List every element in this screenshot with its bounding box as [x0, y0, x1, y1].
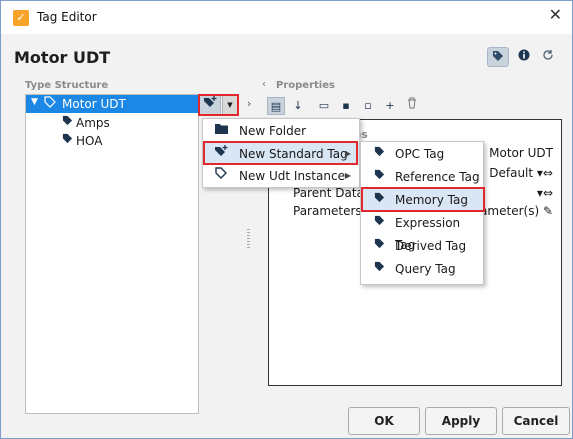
expand-all-icon[interactable]: ▪ — [337, 97, 355, 115]
properties-label: Properties — [276, 80, 335, 91]
menu-item-query-tag[interactable]: Query Tag — [361, 258, 483, 280]
cancel-button[interactable]: Cancel — [502, 407, 570, 435]
menu-item-label: New Folder — [239, 124, 307, 138]
expand-arrow-icon[interactable]: ▼ — [31, 97, 38, 107]
apply-button[interactable]: Apply — [425, 407, 497, 435]
panel-splitter[interactable] — [247, 229, 250, 249]
collapse-properties-icon[interactable]: ‹ — [262, 79, 266, 90]
property-label: Parameters — [293, 204, 362, 218]
menu-item-opc-tag[interactable]: OPC Tag — [361, 143, 483, 165]
ok-button[interactable]: OK — [348, 407, 420, 435]
refresh-icon[interactable] — [537, 47, 559, 67]
property-value: Default ▾⇔ — [489, 166, 553, 180]
menu-item-label: Query Tag — [395, 262, 456, 276]
tag-icon — [371, 235, 387, 257]
menu-item-label: OPC Tag — [395, 147, 445, 161]
add-property-icon[interactable]: + — [381, 97, 399, 115]
close-icon[interactable]: ✕ — [549, 5, 562, 24]
submenu-arrow-icon: ▶ — [344, 171, 351, 180]
new-standard-tag-highlight — [203, 141, 358, 165]
type-structure-label: Type Structure — [25, 80, 109, 91]
menu-item-new-folder[interactable]: New Folder — [203, 120, 359, 142]
tag-icon — [62, 133, 73, 147]
tag-editor-window: ✓ Tag Editor ✕ Motor UDT Type Structure … — [0, 0, 573, 439]
tree-item-label: Motor UDT — [62, 97, 126, 111]
expand-panel-icon[interactable]: › — [247, 97, 251, 110]
category-view-icon[interactable]: ▤ — [267, 97, 285, 115]
property-label: Parent Data — [293, 186, 364, 200]
app-logo-icon: ✓ — [13, 10, 29, 26]
property-value: ▾⇔ — [536, 186, 553, 200]
tag-icon — [371, 166, 387, 188]
title-bar: ✓ Tag Editor ✕ — [1, 1, 572, 34]
tag-icon — [371, 212, 387, 234]
delete-icon[interactable] — [403, 97, 421, 115]
tag-view-icon[interactable] — [487, 47, 509, 67]
sort-alpha-icon[interactable]: ↓ — [289, 97, 307, 115]
collapse-all-icon[interactable]: ▭ — [315, 97, 333, 115]
tag-icon — [371, 258, 387, 280]
info-icon[interactable] — [513, 47, 535, 67]
tree-item-amps[interactable]: Amps — [26, 115, 198, 131]
menu-item-expression-tag[interactable]: Expression Tag — [361, 212, 483, 252]
tree-item-label: HOA — [76, 134, 103, 148]
type-structure-tree: ▼ Motor UDT Amps HOA — [25, 94, 199, 414]
udt-icon — [44, 96, 56, 111]
menu-item-label: Derived Tag — [395, 239, 467, 253]
tag-icon — [371, 143, 387, 165]
menu-item-label: New Udt Instance — [239, 169, 345, 183]
property-value: Motor UDT — [489, 146, 553, 160]
standard-tag-submenu: OPC Tag Reference Tag Memory Tag Express… — [360, 141, 484, 285]
menu-item-derived-tag[interactable]: Derived Tag — [361, 235, 483, 257]
menu-item-label: Reference Tag — [395, 170, 480, 184]
menu-item-new-udt-instance[interactable]: New Udt Instance ▶ — [203, 165, 359, 187]
window-title: Tag Editor — [37, 10, 97, 24]
edit-icon[interactable]: ▫ — [359, 97, 377, 115]
tag-icon — [62, 115, 73, 129]
udt-instance-icon — [213, 165, 229, 187]
tree-item-label: Amps — [76, 116, 110, 130]
add-tag-highlight — [198, 94, 239, 116]
tree-item-hoa[interactable]: HOA — [26, 133, 198, 149]
folder-icon — [213, 120, 229, 142]
menu-item-reference-tag[interactable]: Reference Tag — [361, 166, 483, 188]
tree-item-motor-udt[interactable]: ▼ Motor UDT — [26, 95, 198, 113]
memory-tag-highlight — [361, 187, 485, 212]
page-title: Motor UDT — [14, 48, 111, 67]
